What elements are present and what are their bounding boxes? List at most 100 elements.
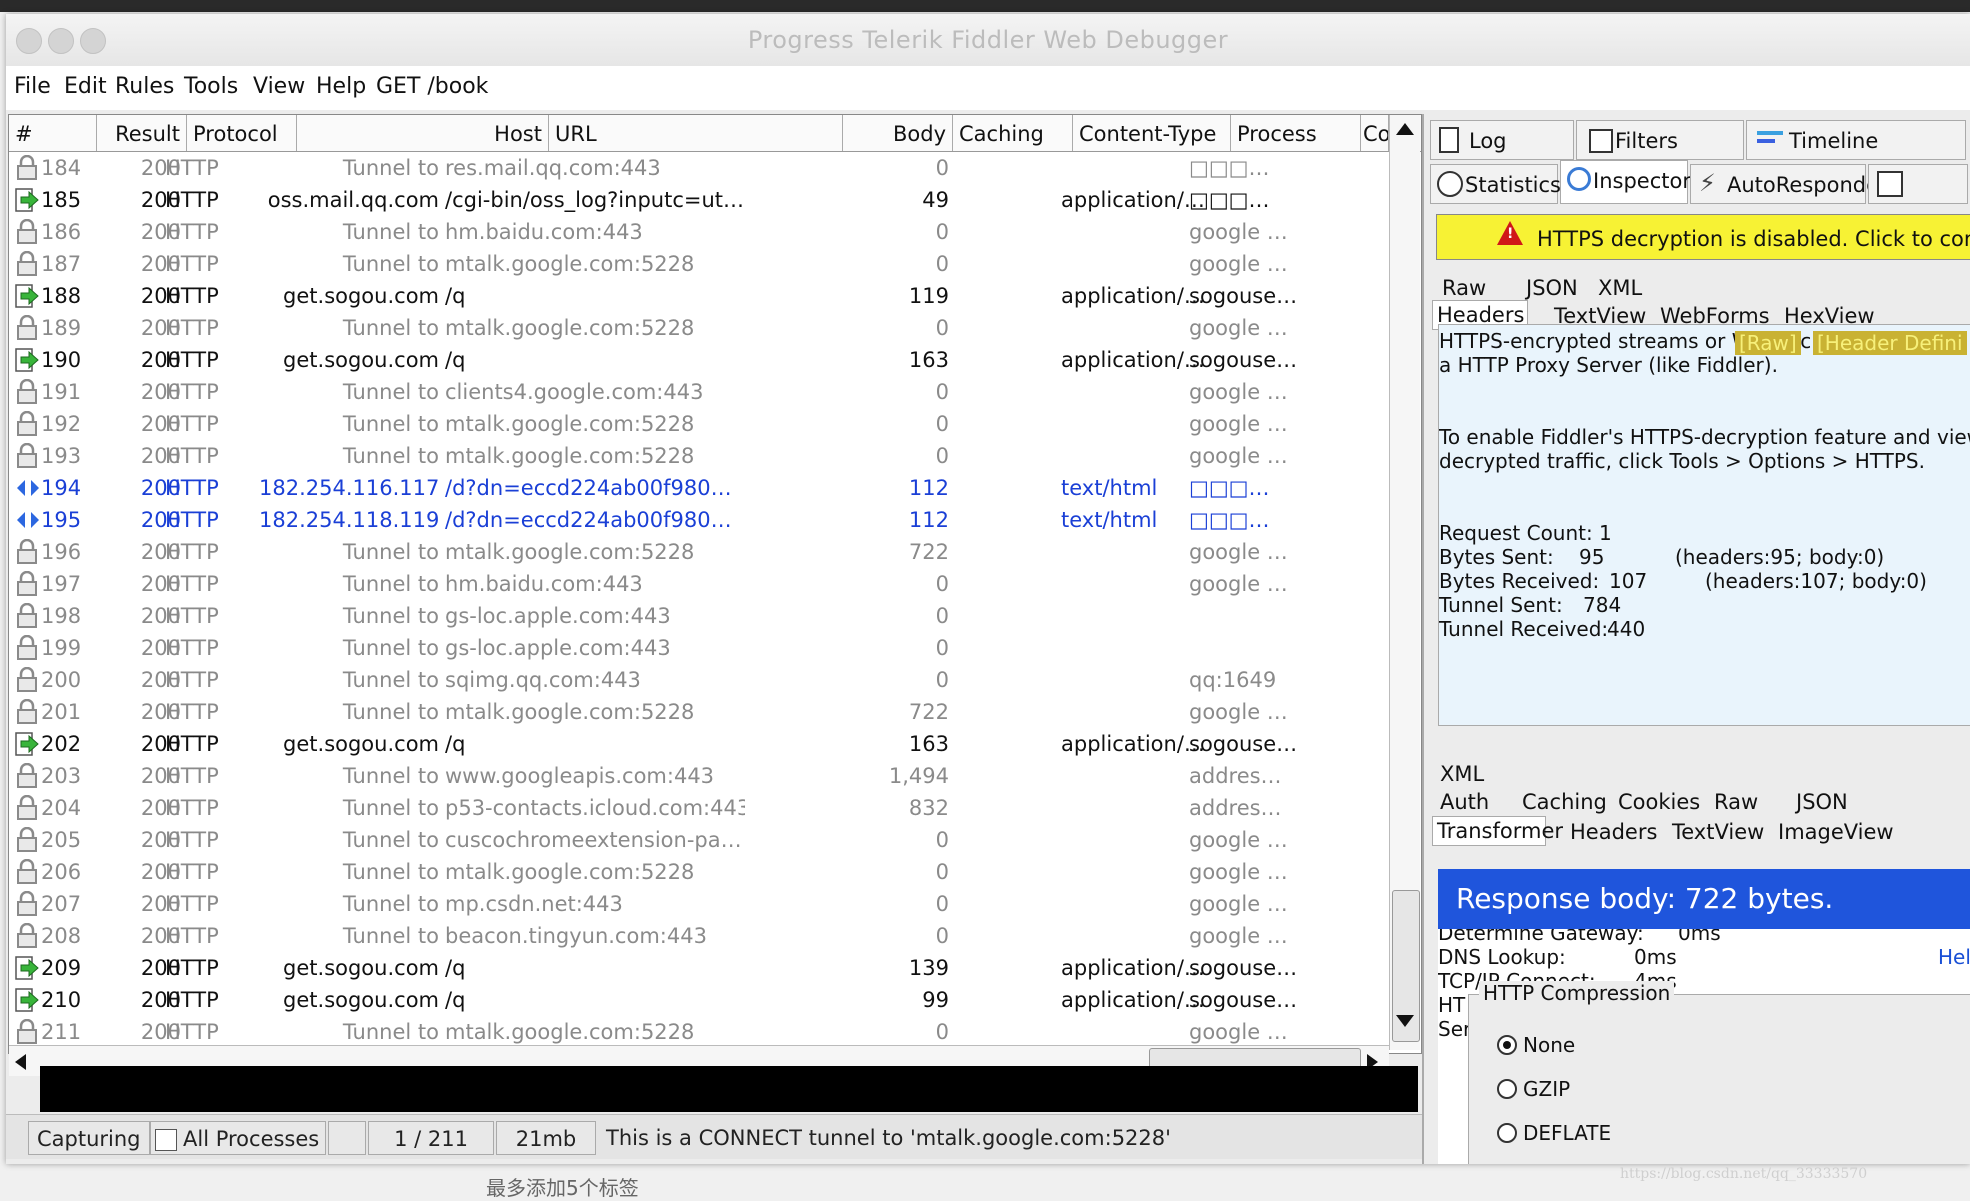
scroll-left-arrow-icon[interactable] [15, 1054, 26, 1070]
menu-help[interactable]: Help [316, 74, 366, 99]
resp-tab-caching[interactable]: Caching [1522, 790, 1607, 814]
req-tab-raw[interactable]: Raw [1442, 276, 1486, 300]
resp-tab-cookies[interactable]: Cookies [1618, 790, 1700, 814]
resp-tab-imageview[interactable]: ImageView [1778, 820, 1894, 844]
session-protocol: HTTP [165, 188, 219, 212]
table-row[interactable]: 203 200 HTTP Tunnel to www.googleapis.com:44… [9, 761, 1389, 793]
menu-edit[interactable]: Edit [64, 74, 107, 99]
column-url[interactable]: URL [549, 115, 843, 151]
menu-rules[interactable]: Rules [115, 74, 174, 99]
tab-autoresponder[interactable]: ⚡ AutoResponde [1690, 164, 1879, 204]
table-row[interactable]: 185 200 HTTP oss.mail.qq.com/cgi-bin/oss_lo… [9, 185, 1389, 217]
table-row[interactable]: 193 200 HTTP Tunnel to mtalk.google.com:5228… [9, 441, 1389, 473]
resp-tab-transformer[interactable]: Transformer [1432, 816, 1563, 846]
tab-statistics[interactable]: Statistics [1430, 164, 1561, 204]
table-row[interactable]: 199 200 HTTP Tunnel to gs-loc.apple.com:443 0 [9, 633, 1389, 665]
tab-log[interactable]: Log [1430, 120, 1574, 160]
table-row[interactable]: 188 200 HTTP get.sogou.com/q 119 application/… [9, 281, 1389, 313]
table-row[interactable]: 209 200 HTTP get.sogou.com/q 139 application/… [9, 953, 1389, 985]
quickexec-command-box[interactable] [40, 1066, 1418, 1112]
desktop-top-strip [0, 0, 1970, 12]
table-row[interactable]: 200 200 HTTP Tunnel to sqimg.qq.com:443 0 qq:1… [9, 665, 1389, 697]
session-body: 163 [908, 348, 949, 372]
req-tab-xml[interactable]: XML [1598, 276, 1642, 300]
resp-tab-headers[interactable]: Headers [1570, 820, 1657, 844]
table-row[interactable]: 204 200 HTTP Tunnel to p53-contacts.icloud.c… [9, 793, 1389, 825]
table-row[interactable]: 207 200 HTTP Tunnel to mp.csdn.net:443 0 googl… [9, 889, 1389, 921]
tab-composer[interactable] [1868, 164, 1968, 204]
table-row[interactable]: 187 200 HTTP Tunnel to mtalk.google.com:5228… [9, 249, 1389, 281]
session-process: □□□… [1189, 156, 1270, 180]
capturing-toggle[interactable]: Capturing [28, 1121, 150, 1155]
tab-filters[interactable]: Filters [1576, 120, 1744, 160]
table-row[interactable]: 208 200 HTTP Tunnel to beacon.tingyun.com:44… [9, 921, 1389, 953]
session-host: Tunnel to [342, 700, 439, 724]
resp-tab-auth[interactable]: Auth [1440, 790, 1489, 814]
table-row[interactable]: 201 200 HTTP Tunnel to mtalk.google.com:5228… [9, 697, 1389, 729]
column-process[interactable]: Process [1231, 115, 1361, 151]
table-row[interactable]: 184 200 HTTP Tunnel to res.mail.qq.com:443 0 □… [9, 153, 1389, 185]
session-body: 0 [935, 860, 949, 884]
session-url: mtalk.google.com:5228 [445, 412, 695, 436]
scroll-down-arrow-icon[interactable] [1396, 1015, 1414, 1027]
tab-autoresponder-label: AutoResponde [1727, 173, 1880, 197]
menu-tools[interactable]: Tools [184, 74, 238, 99]
session-process: google … [1189, 412, 1288, 436]
resp-tab-textview[interactable]: TextView [1672, 820, 1764, 844]
session-id: 205 [41, 828, 82, 852]
session-url: mtalk.google.com:5228 [445, 252, 695, 276]
session-id: 208 [41, 924, 82, 948]
table-row[interactable]: 190 200 HTTP get.sogou.com/q 163 application/… [9, 345, 1389, 377]
resp-tab-raw[interactable]: Raw [1714, 790, 1758, 814]
help-link[interactable]: Help. [1938, 945, 1970, 969]
column-body[interactable]: Body [843, 115, 953, 151]
table-row[interactable]: 197 200 HTTP Tunnel to hm.baidu.com:443 0 goog… [9, 569, 1389, 601]
https-warning-banner[interactable]: ! HTTPS decryption is disabled. Click to… [1436, 214, 1970, 260]
process-filter[interactable]: All Processes [150, 1121, 326, 1155]
table-row[interactable]: 195 200 HTTP 182.254.118.119/d?dn=eccd224ab… [9, 505, 1389, 537]
req-tab-json[interactable]: JSON [1526, 276, 1578, 300]
column-caching[interactable]: Caching [953, 115, 1073, 151]
resp-tab-xml[interactable]: XML [1440, 762, 1484, 786]
raw-overlay-label[interactable]: [Raw] [1735, 331, 1801, 355]
column-id[interactable]: # [9, 115, 97, 151]
table-row[interactable]: 206 200 HTTP Tunnel to mtalk.google.com:5228… [9, 857, 1389, 889]
table-row[interactable]: 192 200 HTTP Tunnel to mtalk.google.com:5228… [9, 409, 1389, 441]
session-process: google … [1189, 220, 1288, 244]
table-row[interactable]: 210 200 HTTP get.sogou.com/q 99 application/…… [9, 985, 1389, 1017]
session-process: □□□… [1189, 508, 1270, 532]
table-row[interactable]: 196 200 HTTP Tunnel to mtalk.google.com:5228… [9, 537, 1389, 569]
http-compression-group: HTTP Compression None GZIP DEFLATE [1468, 981, 1970, 1164]
column-protocol[interactable]: Protocol [187, 115, 297, 151]
column-comments[interactable]: Co [1361, 115, 1389, 151]
table-row[interactable]: 191 200 HTTP Tunnel to clients4.google.com:4… [9, 377, 1389, 409]
table-row[interactable]: 189 200 HTTP Tunnel to mtalk.google.com:5228… [9, 313, 1389, 345]
table-row[interactable]: 202 200 HTTP get.sogou.com/q 163 application/… [9, 729, 1389, 761]
session-process: sogouse… [1189, 348, 1298, 372]
column-host[interactable]: Host [297, 115, 549, 151]
session-host: Tunnel to [342, 828, 439, 852]
table-row[interactable]: 194 200 HTTP 182.254.116.117/d?dn=eccd224ab… [9, 473, 1389, 505]
session-url: mtalk.google.com:5228 [445, 1020, 695, 1044]
table-row[interactable]: 186 200 HTTP Tunnel to hm.baidu.com:443 0 goog… [9, 217, 1389, 249]
scroll-up-arrow-icon[interactable] [1396, 123, 1414, 135]
column-result[interactable]: Result [97, 115, 187, 151]
menu-file[interactable]: File [14, 74, 51, 99]
table-row[interactable]: 198 200 HTTP Tunnel to gs-loc.apple.com:443 0 [9, 601, 1389, 633]
session-host: Tunnel to [342, 252, 439, 276]
tab-inspectors[interactable]: Inspectors [1560, 160, 1702, 204]
compression-deflate-radio[interactable] [1497, 1123, 1517, 1143]
column-content-type[interactable]: Content-Type [1073, 115, 1231, 151]
compression-gzip-radio[interactable] [1497, 1079, 1517, 1099]
menu-view[interactable]: View [253, 74, 305, 99]
header-definitions-overlay[interactable]: [Header Defini [1813, 331, 1967, 355]
request-text-line: a HTTP Proxy Server (like Fiddler). [1439, 353, 1778, 377]
session-url: mtalk.google.com:5228 [445, 444, 695, 468]
session-id: 202 [41, 732, 82, 756]
resp-tab-json[interactable]: JSON [1796, 790, 1848, 814]
table-row[interactable]: 205 200 HTTP Tunnel to cuscochromeextension-… [9, 825, 1389, 857]
session-url: clients4.google.com:443 [445, 380, 704, 404]
vertical-scrollbar[interactable] [1389, 115, 1420, 1050]
compression-none-radio[interactable] [1497, 1035, 1517, 1055]
tab-timeline[interactable]: Timeline [1746, 120, 1966, 160]
